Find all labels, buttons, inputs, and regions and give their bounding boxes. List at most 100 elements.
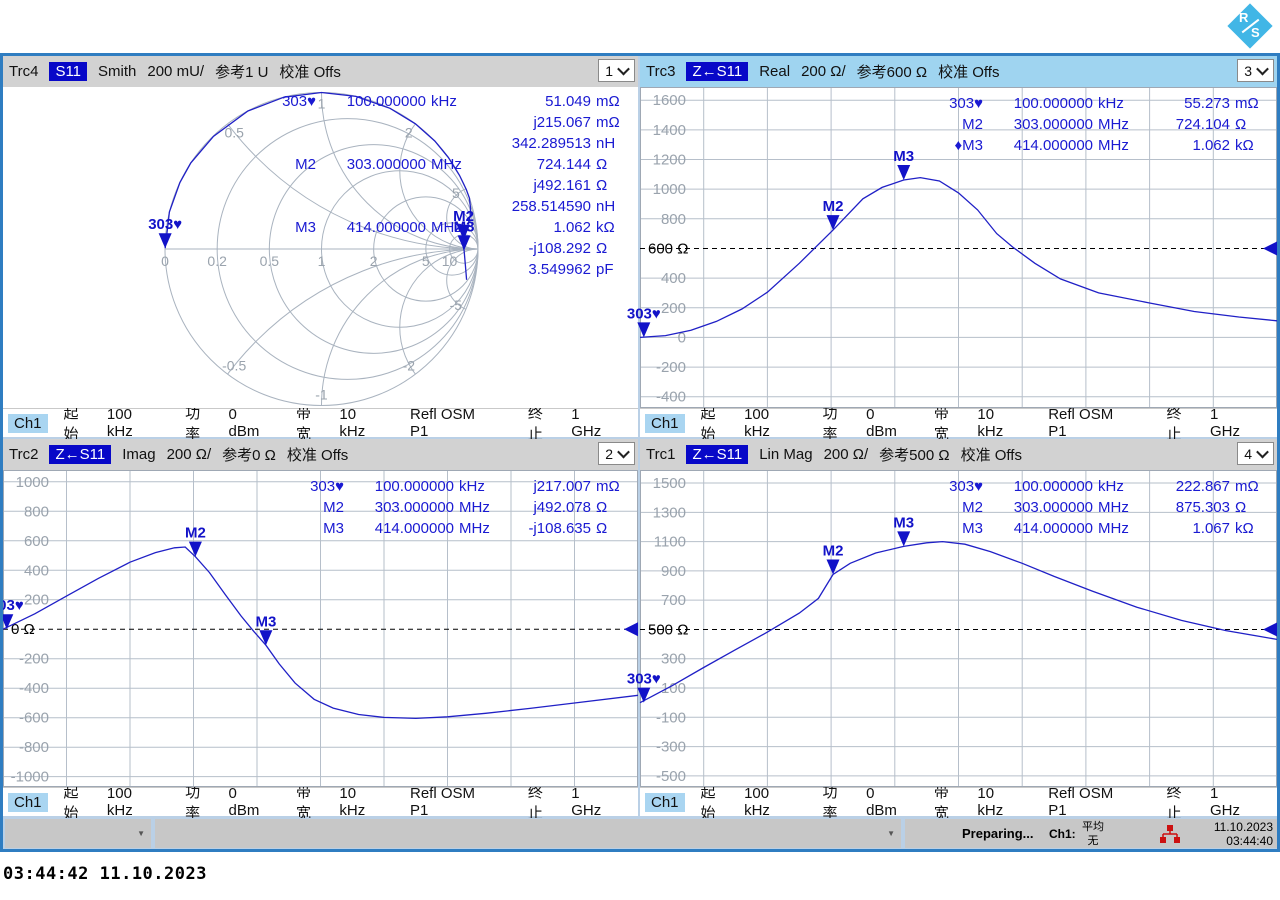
footer-bw-value: 10 kHz bbox=[977, 785, 1020, 819]
trace-meas-chip[interactable]: S11 bbox=[49, 62, 87, 81]
marker-arrow bbox=[637, 322, 650, 337]
chevron-down-icon bbox=[1256, 446, 1269, 459]
footer-start-value: 100 kHz bbox=[744, 406, 794, 440]
status-datetime: 11.10.202303:44:40 bbox=[1214, 820, 1273, 848]
panel-trc1: Trc1 Z←S11 Lin Mag 200 Ω/ 参考500 Ω 校准 Off… bbox=[640, 439, 1277, 816]
footer-power-label: 功率 bbox=[823, 402, 851, 444]
marker-readout-row: M3414.000000MHz-j108.635Ω bbox=[298, 518, 632, 539]
svg-text:1000: 1000 bbox=[16, 474, 49, 491]
svg-text:400: 400 bbox=[24, 562, 49, 579]
trace-ref: 参考0 Ω bbox=[222, 444, 276, 465]
marker-arrow bbox=[259, 630, 272, 645]
trace-header-trc4[interactable]: Trc4 S11 Smith 200 mU/ 参考1 U 校准 Offs 1 bbox=[3, 56, 638, 87]
smith-plot[interactable]: 00.20.5125100.5125-0.5-1-2-5303♥M3M2 303… bbox=[3, 87, 638, 408]
svg-text:1100: 1100 bbox=[654, 534, 686, 551]
marker-readout: 303♥100.000000kHz55.273mΩM2303.000000MHz… bbox=[937, 93, 1271, 156]
real-plot[interactable]: 16001400120010008004002000-200-400600 Ω3… bbox=[640, 87, 1277, 408]
chevron-down-icon bbox=[1256, 63, 1269, 76]
svg-text:1300: 1300 bbox=[653, 504, 686, 521]
footer-stop-label: 终止 bbox=[528, 781, 555, 823]
ref-level-arrow bbox=[1263, 622, 1277, 636]
svg-text:0: 0 bbox=[161, 253, 169, 269]
trace-name[interactable]: Trc4 bbox=[9, 63, 38, 80]
footer-start-value: 100 kHz bbox=[107, 406, 157, 440]
marker-readout-row: M2303.000000MHz724.144Ω bbox=[270, 154, 632, 175]
svg-text:800: 800 bbox=[24, 503, 49, 520]
trace-ref: 参考500 Ω bbox=[879, 444, 949, 465]
channel-chip[interactable]: Ch1 bbox=[645, 414, 685, 433]
trace-header-trc1[interactable]: Trc1 Z←S11 Lin Mag 200 Ω/ 参考500 Ω 校准 Off… bbox=[640, 439, 1277, 470]
svg-text:600 Ω: 600 Ω bbox=[648, 240, 688, 257]
svg-text:1500: 1500 bbox=[653, 475, 686, 492]
footer-start-value: 100 kHz bbox=[744, 785, 794, 819]
channel-chip[interactable]: Ch1 bbox=[645, 793, 685, 812]
footer-start-label: 起始 bbox=[64, 781, 91, 823]
svg-text:300: 300 bbox=[661, 651, 686, 668]
svg-text:600: 600 bbox=[24, 533, 49, 550]
footer-power-value: 0 dBm bbox=[866, 785, 906, 819]
svg-text:M3: M3 bbox=[893, 148, 914, 165]
trace-meas-chip[interactable]: Z←S11 bbox=[49, 445, 111, 464]
imag-plot[interactable]: 1000800600400200-200-400-600-800-10000 Ω… bbox=[3, 470, 638, 787]
marker-readout-row: M2303.000000MHzj492.078Ω bbox=[298, 497, 632, 518]
remote-clock-text: 03:44:42 11.10.2023 bbox=[3, 864, 207, 884]
channel-chip[interactable]: Ch1 bbox=[8, 793, 48, 812]
footer-stop-value: 1 GHz bbox=[1210, 785, 1249, 819]
svg-text:400: 400 bbox=[661, 270, 686, 287]
window-selector[interactable]: 1 bbox=[598, 59, 635, 82]
marker-arrow bbox=[897, 531, 910, 546]
svg-text:M2: M2 bbox=[823, 542, 844, 559]
channel-chip[interactable]: Ch1 bbox=[8, 414, 48, 433]
footer-start-label: 起始 bbox=[701, 402, 729, 444]
trace-meas-chip[interactable]: Z←S11 bbox=[686, 62, 748, 81]
status-info: Preparing... Ch1: 平均无 11.10.202303:44:40 bbox=[905, 819, 1277, 848]
footer-stop-value: 1 GHz bbox=[571, 785, 610, 819]
status-time: 03:44:40 bbox=[1226, 834, 1273, 848]
trace-ref: 参考1 U bbox=[215, 61, 268, 82]
svg-text:1200: 1200 bbox=[653, 152, 686, 169]
svg-text:303♥: 303♥ bbox=[627, 305, 661, 322]
window-number: 4 bbox=[1244, 446, 1252, 462]
svg-text:0.5: 0.5 bbox=[224, 125, 244, 141]
trace-meas-chip[interactable]: Z←S11 bbox=[686, 445, 748, 464]
footer-start-value: 100 kHz bbox=[107, 785, 157, 819]
status-average-value: 无 bbox=[1088, 835, 1099, 847]
marker-readout: 303♥100.000000kHz51.049mΩj215.067mΩ342.2… bbox=[270, 91, 632, 280]
trace-scale: 200 Ω/ bbox=[167, 446, 212, 463]
trace-name[interactable]: Trc3 bbox=[646, 63, 675, 80]
network-icon[interactable] bbox=[1160, 825, 1180, 844]
svg-text:-1: -1 bbox=[315, 387, 328, 403]
status-dropdown-1[interactable]: ▼ bbox=[5, 819, 151, 848]
footer-stop-label: 终止 bbox=[1166, 402, 1194, 444]
logo-letter-s: S bbox=[1251, 25, 1260, 40]
ref-level-arrow bbox=[1263, 241, 1277, 255]
svg-text:-100: -100 bbox=[656, 709, 686, 726]
window-selector[interactable]: 2 bbox=[598, 442, 635, 465]
svg-text:1400: 1400 bbox=[653, 122, 686, 139]
svg-text:-5: -5 bbox=[450, 297, 463, 313]
trace-name[interactable]: Trc1 bbox=[646, 446, 675, 463]
footer-bw-label: 带宽 bbox=[296, 402, 323, 444]
trace-name[interactable]: Trc2 bbox=[9, 446, 38, 463]
status-dropdown-2[interactable]: ▼ bbox=[155, 819, 901, 848]
linmag-plot[interactable]: 150013001100900700300100-100-300-500500 … bbox=[640, 470, 1277, 787]
status-bar: ▼ ▼ Preparing... Ch1: 平均无 11.10.202303:4… bbox=[3, 818, 1277, 849]
footer-cal-mode: Refl OSM P1 bbox=[1048, 406, 1128, 440]
status-preparing: Preparing... bbox=[962, 826, 1034, 841]
diagram-area: Trc4 S11 Smith 200 mU/ 参考1 U 校准 Offs 1 0… bbox=[3, 56, 1277, 816]
rs-logo-icon: R S bbox=[1226, 2, 1274, 50]
window-selector[interactable]: 4 bbox=[1237, 442, 1274, 465]
svg-text:800: 800 bbox=[661, 211, 686, 228]
svg-text:M3: M3 bbox=[893, 514, 914, 531]
marker-readout-row: 303♥100.000000kHz222.867mΩ bbox=[937, 476, 1271, 497]
footer-power-label: 功率 bbox=[823, 781, 851, 823]
panel-trc4: Trc4 S11 Smith 200 mU/ 参考1 U 校准 Offs 1 0… bbox=[3, 56, 638, 437]
trace-header-trc3[interactable]: Trc3 Z←S11 Real 200 Ω/ 参考600 Ω 校准 Offs 3 bbox=[640, 56, 1277, 87]
marker-readout-row: M3414.000000MHz1.062kΩ bbox=[270, 217, 632, 238]
svg-text:-400: -400 bbox=[19, 680, 49, 697]
trace-header-trc2[interactable]: Trc2 Z←S11 Imag 200 Ω/ 参考0 Ω 校准 Offs 2 bbox=[3, 439, 638, 470]
window-selector[interactable]: 3 bbox=[1237, 59, 1274, 82]
marker-readout-row: j215.067mΩ bbox=[270, 112, 632, 133]
trace-format: Smith bbox=[98, 63, 136, 80]
svg-text:-2: -2 bbox=[403, 357, 416, 373]
